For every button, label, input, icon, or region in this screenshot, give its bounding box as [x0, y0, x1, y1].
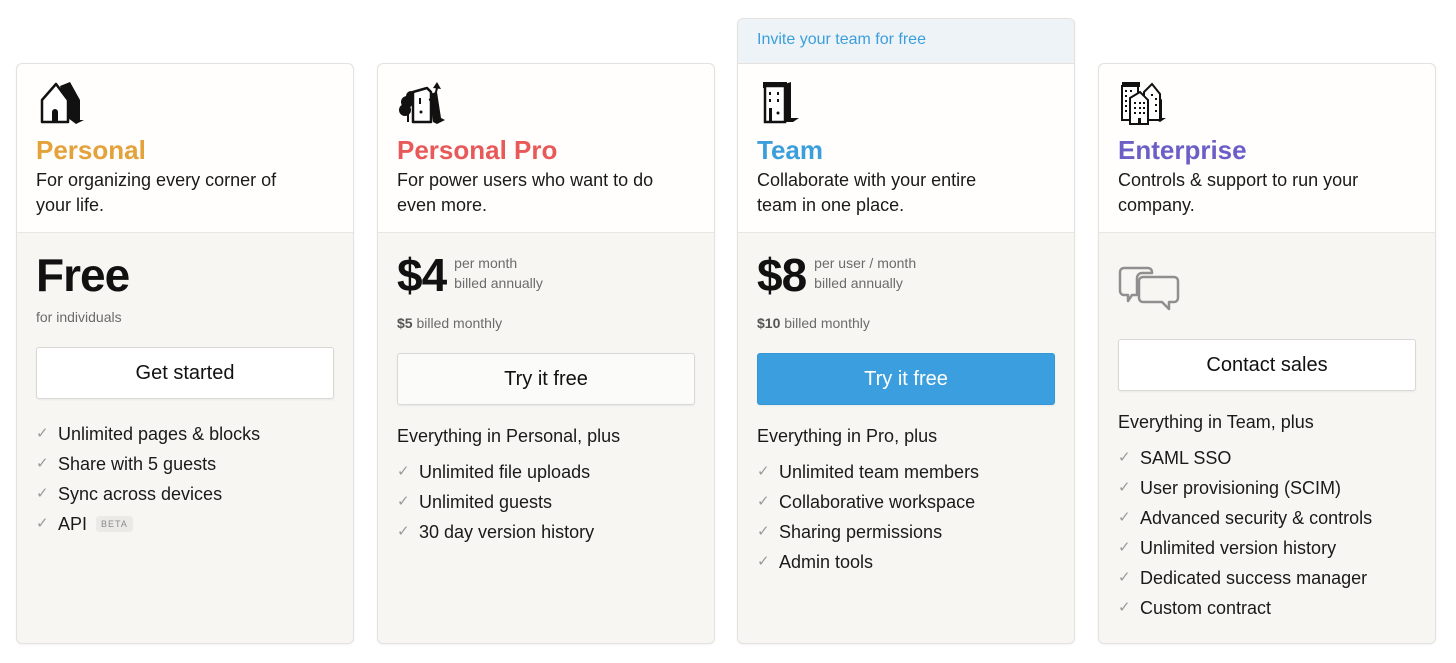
check-icon: ✓ — [397, 493, 410, 510]
feature-item: ✓ Dedicated success manager — [1118, 563, 1416, 593]
price-sub-label: billed monthly — [412, 315, 503, 331]
feature-label: Sharing permissions — [779, 522, 943, 542]
feature-label: Unlimited guests — [419, 492, 553, 512]
price-period: per user / month — [814, 255, 917, 271]
price-subtext: for individuals — [36, 309, 334, 329]
price-notes: per user / month billed annually — [814, 253, 916, 293]
plan-card-enterprise: Enterprise Controls & support to run you… — [1098, 63, 1436, 644]
feature-item: ✓ Collaborative workspace — [757, 487, 1055, 517]
features-heading: Everything in Team, plus — [1118, 412, 1314, 432]
check-icon: ✓ — [757, 463, 770, 480]
get-started-button[interactable]: Get started — [36, 347, 334, 399]
feature-item: ✓ Sync across devices — [36, 479, 334, 509]
feature-label: Collaborative workspace — [779, 492, 976, 512]
price-sub-label: billed monthly — [780, 315, 870, 331]
feature-item: ✓ Unlimited pages & blocks — [36, 419, 334, 449]
feature-list: ✓ Unlimited file uploads ✓ Unlimited guest… — [397, 457, 695, 547]
feature-list: ✓ Unlimited team members ✓ Collaborative w… — [757, 457, 1055, 577]
feature-label: User provisioning (SCIM) — [1140, 478, 1342, 498]
feature-label: SAML SSO — [1140, 448, 1232, 468]
feature-item: ✓ Unlimited version history — [1118, 533, 1416, 563]
feature-item: ✓ 30 day version history — [397, 517, 695, 547]
feature-item: ✓ API BETA — [36, 509, 334, 539]
feature-label: Unlimited file uploads — [419, 462, 591, 482]
plan-description: For organizing every corner of your life… — [36, 170, 277, 215]
feature-label: API — [58, 514, 88, 534]
feature-item: ✓ SAML SSO — [1118, 443, 1416, 473]
price: $4 — [397, 249, 447, 301]
feature-item: ✓ Unlimited file uploads — [397, 457, 695, 487]
feature-item: ✓ Share with 5 guests — [36, 449, 334, 479]
house-icon — [36, 78, 90, 128]
invite-team-banner[interactable]: Invite your team for free — [738, 19, 1074, 64]
check-icon: ✓ — [1118, 479, 1131, 496]
price: $8 — [757, 249, 807, 301]
price-period: per month — [454, 255, 518, 271]
check-icon: ✓ — [1118, 599, 1131, 616]
plan-name: Team — [757, 135, 823, 165]
feature-label: Admin tools — [779, 552, 874, 572]
check-icon: ✓ — [1118, 539, 1131, 556]
try-it-free-button[interactable]: Try it free — [757, 353, 1055, 405]
feature-item: ✓ Sharing permissions — [757, 517, 1055, 547]
plan-description: For power users who want to do even more… — [397, 170, 654, 215]
check-icon: ✓ — [757, 493, 770, 510]
try-it-free-button[interactable]: Try it free — [397, 353, 695, 405]
house-with-tree-icon — [397, 78, 451, 128]
check-icon: ✓ — [36, 485, 49, 502]
check-icon: ✓ — [757, 553, 770, 570]
feature-label: Custom contract — [1140, 598, 1272, 618]
feature-label: Dedicated success manager — [1140, 568, 1368, 588]
feature-label: Unlimited team members — [779, 462, 980, 482]
features-heading: Everything in Personal, plus — [397, 426, 621, 446]
check-icon: ✓ — [397, 523, 410, 540]
check-icon: ✓ — [36, 425, 49, 442]
chat-bubbles-icon — [1118, 247, 1416, 327]
check-icon: ✓ — [1118, 449, 1131, 466]
building-icon — [757, 78, 811, 128]
beta-badge: BETA — [96, 516, 133, 532]
check-icon: ✓ — [757, 523, 770, 540]
price-sub-label: for individuals — [36, 309, 122, 325]
price-subtext: $5 billed monthly — [397, 315, 695, 335]
feature-label: Share with 5 guests — [58, 454, 217, 474]
feature-item: ✓ Custom contract — [1118, 593, 1416, 623]
feature-item: ✓ Admin tools — [757, 547, 1055, 577]
check-icon: ✓ — [1118, 569, 1131, 586]
price-notes: per month billed annually — [454, 253, 543, 293]
monthly-price: $5 — [397, 315, 413, 331]
price-subtext: $10 billed monthly — [757, 315, 1055, 335]
feature-label: Unlimited version history — [1140, 538, 1337, 558]
feature-label: 30 day version history — [419, 522, 595, 542]
plan-card-personal: Personal For organizing every corner of … — [16, 63, 354, 644]
plan-description: Controls & support to run your company. — [1118, 170, 1359, 215]
billing-period: billed annually — [454, 275, 543, 291]
feature-label: Advanced security & controls — [1140, 508, 1373, 528]
check-icon: ✓ — [36, 515, 49, 532]
features-heading: Everything in Pro, plus — [757, 426, 938, 446]
feature-label: Sync across devices — [58, 484, 223, 504]
monthly-price: $10 — [757, 315, 781, 331]
city-buildings-icon — [1118, 78, 1172, 128]
check-icon: ✓ — [36, 455, 49, 472]
plan-name: Personal — [36, 135, 146, 165]
feature-item: ✓ Advanced security & controls — [1118, 503, 1416, 533]
feature-list: ✓ Unlimited pages & blocks ✓ Share with 5 … — [36, 419, 334, 539]
feature-label: Unlimited pages & blocks — [58, 424, 261, 444]
plan-name: Personal Pro — [397, 135, 558, 165]
feature-item: ✓ Unlimited guests — [397, 487, 695, 517]
plan-description: Collaborate with your entire team in one… — [757, 170, 977, 215]
price: Free — [36, 249, 130, 301]
check-icon: ✓ — [1118, 509, 1131, 526]
plan-card-team: Invite your team for free Team Collabora… — [737, 18, 1075, 644]
billing-period: billed annually — [814, 275, 903, 291]
check-icon: ✓ — [397, 463, 410, 480]
feature-item: ✓ Unlimited team members — [757, 457, 1055, 487]
plan-name: Enterprise — [1118, 135, 1247, 165]
plan-card-personal-pro: Personal Pro For power users who want to… — [377, 63, 715, 644]
feature-item: ✓ User provisioning (SCIM) — [1118, 473, 1416, 503]
contact-sales-button[interactable]: Contact sales — [1118, 339, 1416, 391]
feature-list: ✓ SAML SSO ✓ User provisioning (SCIM) ✓ Adv… — [1118, 443, 1416, 623]
